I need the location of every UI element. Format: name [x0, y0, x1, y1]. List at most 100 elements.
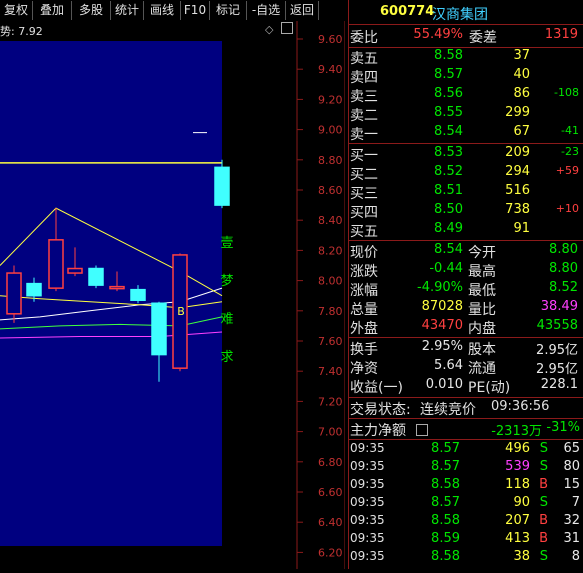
y-tick-label: 7.20: [318, 395, 343, 408]
tick-price: 8.58: [431, 477, 460, 492]
toolbar-button-3[interactable]: 统计: [111, 1, 144, 20]
sell-level-label: 卖四: [350, 70, 378, 86]
tick-side: S: [539, 549, 548, 564]
stat-label: PE(动): [468, 380, 511, 396]
sell-level-label: 卖二: [350, 108, 378, 124]
y-tick-label: 8.20: [318, 244, 343, 257]
tick-volume: 90: [513, 495, 530, 510]
sell-change: -41: [561, 124, 579, 137]
buy-volume: 516: [505, 183, 530, 198]
stat-label: 量比: [468, 302, 496, 318]
panel-border: [348, 0, 349, 569]
toolbar-button-8[interactable]: 返回: [286, 1, 319, 20]
y-tick-label: 9.20: [318, 93, 343, 106]
diamond-icon[interactable]: ◇: [265, 23, 273, 36]
y-tick-label: 8.40: [318, 214, 343, 227]
tick-price: 8.58: [431, 513, 460, 528]
tick-price: 8.57: [431, 495, 460, 510]
stat-label: 涨幅: [350, 283, 378, 299]
tick-count: 80: [563, 459, 580, 474]
separator: [348, 24, 583, 25]
tick-volume: 496: [505, 441, 530, 456]
tick-volume: 38: [513, 549, 530, 564]
separator: [348, 240, 583, 241]
tick-time: 09:35: [350, 441, 385, 455]
toolbar-button-5[interactable]: F10: [181, 1, 210, 20]
sell-volume: 86: [513, 86, 530, 101]
buy-change: +10: [555, 202, 579, 215]
list-icon[interactable]: [416, 424, 428, 436]
tick-count: 31: [563, 531, 580, 546]
vertical-label: 求: [220, 350, 233, 365]
candle-body: [88, 267, 104, 286]
stat-value: 2.95%: [421, 339, 463, 354]
weicha-label: 委差: [469, 30, 497, 46]
buy-change: -23: [561, 145, 579, 158]
stat-value: -4.90%: [417, 280, 463, 295]
candle-body: [6, 272, 22, 315]
buy-volume: 209: [505, 145, 530, 160]
y-tick-label: 6.60: [318, 486, 343, 499]
tick-count: 8: [571, 549, 580, 564]
indicator-readout: 势: 7.92: [0, 25, 43, 38]
tick-side: S: [539, 459, 548, 474]
quote-panel: 600774 汉商集团 委比 55.49% 委差 1319 卖五 8.58 37 卖四 8.57 40…: [348, 0, 583, 569]
toolbar-button-1[interactable]: 叠加: [33, 1, 72, 20]
toolbar: 复权 叠加 多股 统计 画线 F10 标记 -自选 返回: [0, 0, 345, 21]
trade-status-label: 交易状态:: [350, 402, 411, 418]
candle-body: [26, 282, 42, 297]
sell-volume: 67: [513, 124, 530, 139]
stat-value: 38.49: [540, 299, 578, 314]
tick-side: S: [539, 441, 548, 456]
stat-label: 最高: [468, 264, 496, 280]
toolbar-button-7[interactable]: -自选: [247, 1, 286, 20]
stat-label: 换手: [350, 342, 378, 358]
chart-panel[interactable]: 9.60 9.40 9.20 9.00 8.80 8.60 8.40 8.20 8.00 7.80…: [0, 21, 346, 569]
main-net-value: -2313万: [491, 424, 542, 439]
tick-volume: 118: [505, 477, 530, 492]
stat-label: 内盘: [468, 321, 496, 337]
separator: [348, 47, 583, 48]
stat-value: 43470: [421, 318, 463, 333]
stat-value: 43558: [536, 318, 578, 333]
sell-level-label: 卖五: [350, 51, 378, 67]
stat-value: 87028: [421, 299, 463, 314]
y-tick-label: 8.00: [318, 275, 343, 288]
candle-body: [67, 267, 83, 274]
main-net-pct: -31%: [546, 420, 580, 435]
sell-price: 8.56: [434, 86, 463, 101]
sell-price: 8.57: [434, 67, 463, 82]
y-tick-label: 7.80: [318, 305, 343, 318]
tick-volume: 413: [505, 531, 530, 546]
y-tick-label: 9.00: [318, 124, 343, 137]
candle-body: [109, 285, 125, 290]
toolbar-button-6[interactable]: 标记: [210, 1, 247, 20]
trade-status-value: 连续竞价: [420, 402, 476, 418]
tick-volume: 539: [505, 459, 530, 474]
toolbar-button-2[interactable]: 多股: [72, 1, 111, 20]
y-tick-label: 6.20: [318, 546, 343, 559]
tick-side: B: [539, 513, 548, 528]
separator: [348, 337, 583, 338]
tick-side: B: [539, 531, 548, 546]
tick-side: B: [539, 477, 548, 492]
restore-icon[interactable]: [281, 22, 293, 34]
y-tick-label: 9.60: [318, 33, 343, 46]
tick-time: 09:35: [350, 531, 385, 545]
kline-chart[interactable]: 9.60 9.40 9.20 9.00 8.80 8.60 8.40 8.20 8.00 7.80…: [0, 21, 346, 569]
separator: [348, 397, 583, 398]
y-tick-label: 6.80: [318, 456, 343, 469]
candle-body: [151, 302, 167, 356]
weicha-value: 1319: [544, 27, 578, 42]
stat-value: 2.95亿: [536, 362, 578, 377]
tick-count: 32: [563, 513, 580, 528]
sell-volume: 37: [513, 48, 530, 63]
sell-price: 8.58: [434, 48, 463, 63]
toolbar-button-0[interactable]: 复权: [0, 1, 33, 20]
tick-side: S: [539, 495, 548, 510]
sell-level-label: 卖一: [350, 127, 378, 143]
sell-volume: 299: [505, 105, 530, 120]
toolbar-button-4[interactable]: 画线: [144, 1, 181, 20]
tick-time: 09:35: [350, 549, 385, 563]
stat-value: -0.44: [429, 261, 463, 276]
